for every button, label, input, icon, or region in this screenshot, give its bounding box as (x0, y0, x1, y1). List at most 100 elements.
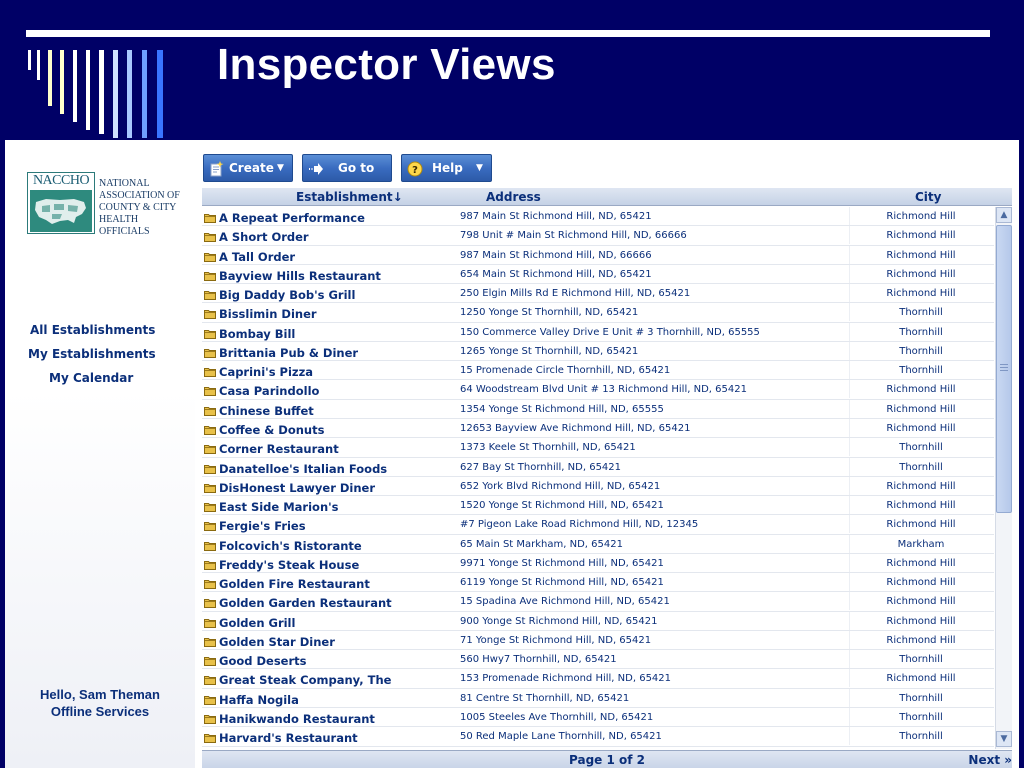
table-row[interactable]: A Repeat Performance 987 Main St Richmond… (202, 207, 994, 227)
table-row[interactable]: A Tall Order 987 Main St Richmond Hill, N… (202, 245, 994, 265)
establishment-cell[interactable]: Haffa Nogila (204, 689, 454, 707)
establishment-name[interactable]: Brittania Pub & Diner (219, 346, 358, 360)
nav-my-calendar[interactable]: My Calendar (5, 366, 195, 390)
establishment-name[interactable]: Great Steak Company, The (219, 673, 391, 687)
establishment-name[interactable]: Freddy's Steak House (219, 558, 359, 572)
table-row[interactable]: Harvard's Restaurant 50 Red Maple Lane Th… (202, 727, 994, 747)
connection-status[interactable]: Offline Services (5, 703, 195, 720)
table-row[interactable]: Casa Parindollo 64 Woodstream Blvd Unit #… (202, 380, 994, 400)
table-row[interactable]: Danatelloe's Italian Foods 627 Bay St Tho… (202, 457, 994, 477)
establishment-cell[interactable]: Great Steak Company, The (204, 669, 454, 687)
establishment-cell[interactable]: Danatelloe's Italian Foods (204, 458, 454, 476)
establishment-name[interactable]: Caprini's Pizza (219, 365, 313, 379)
table-row[interactable]: Fergie's Fries #7 Pigeon Lake Road Richmo… (202, 515, 994, 535)
establishment-cell[interactable]: Fergie's Fries (204, 515, 454, 533)
column-header-establishment[interactable]: Establishment↓ (296, 188, 403, 206)
establishment-cell[interactable]: A Short Order (204, 226, 454, 244)
establishment-name[interactable]: Bisslimin Diner (219, 307, 317, 321)
table-row[interactable]: Brittania Pub & Diner 1265 Yonge St Thorn… (202, 341, 994, 362)
table-row[interactable]: Golden Garden Restaurant 15 Spadina Ave R… (202, 592, 994, 612)
help-button[interactable]: ? Help ▼ (401, 154, 492, 182)
establishment-cell[interactable]: Casa Parindollo (204, 380, 454, 398)
table-row[interactable]: DisHonest Lawyer Diner 652 York Blvd Rich… (202, 476, 994, 497)
establishment-cell[interactable]: Big Daddy Bob's Grill (204, 284, 454, 302)
table-row[interactable]: Coffee & Donuts 12653 Bayview Ave Richmon… (202, 418, 994, 439)
table-row[interactable]: Caprini's Pizza 15 Promenade Circle Thorn… (202, 361, 994, 381)
table-row[interactable]: Golden Fire Restaurant 6119 Yonge St Rich… (202, 573, 994, 593)
establishment-cell[interactable]: Freddy's Steak House (204, 554, 454, 572)
establishment-cell[interactable]: Bisslimin Diner (204, 303, 454, 321)
scroll-up-icon[interactable]: ▲ (996, 207, 1012, 223)
establishment-name[interactable]: Coffee & Donuts (219, 423, 324, 437)
establishment-name[interactable]: Golden Fire Restaurant (219, 577, 370, 591)
establishment-name[interactable]: Chinese Buffet (219, 404, 314, 418)
nav-my-establishments[interactable]: My Establishments (5, 342, 195, 366)
establishment-cell[interactable]: Hanikwando Restaurant (204, 708, 454, 726)
create-button[interactable]: Create ▼ (203, 154, 293, 182)
establishment-cell[interactable]: Bombay Bill (204, 323, 454, 341)
table-row[interactable]: Folcovich's Ristorante 65 Main St Markham… (202, 534, 994, 554)
table-row[interactable]: Hanikwando Restaurant 1005 Steeles Ave Th… (202, 708, 994, 728)
establishment-cell[interactable]: Golden Fire Restaurant (204, 573, 454, 591)
establishment-cell[interactable]: Golden Grill (204, 612, 454, 630)
establishment-cell[interactable]: DisHonest Lawyer Diner (204, 477, 454, 495)
establishment-name[interactable]: Bombay Bill (219, 327, 295, 341)
establishment-cell[interactable]: Folcovich's Ristorante (204, 535, 454, 553)
establishment-cell[interactable]: Caprini's Pizza (204, 361, 454, 379)
establishment-cell[interactable]: A Repeat Performance (204, 207, 454, 225)
table-row[interactable]: Golden Star Diner 71 Yonge St Richmond Hi… (202, 630, 994, 651)
table-row[interactable]: Bayview Hills Restaurant 654 Main St Rich… (202, 264, 994, 285)
establishment-cell[interactable]: Corner Restaurant (204, 438, 454, 456)
table-row[interactable]: Great Steak Company, The 153 Promenade Ri… (202, 669, 994, 689)
table-row[interactable]: Corner Restaurant 1373 Keele St Thornhill… (202, 438, 994, 458)
nav-all-establishments[interactable]: All Establishments (5, 318, 195, 342)
establishment-name[interactable]: Harvard's Restaurant (219, 731, 358, 745)
establishment-cell[interactable]: East Side Marion's (204, 496, 454, 514)
establishment-cell[interactable]: Brittania Pub & Diner (204, 342, 454, 360)
table-row[interactable]: Bisslimin Diner 1250 Yonge St Thornhill, … (202, 303, 994, 323)
establishment-name[interactable]: Haffa Nogila (219, 693, 299, 707)
establishment-name[interactable]: Corner Restaurant (219, 442, 339, 456)
table-row[interactable]: Big Daddy Bob's Grill 250 Elgin Mills Rd … (202, 284, 994, 304)
establishment-name[interactable]: Golden Garden Restaurant (219, 596, 392, 610)
table-row[interactable]: Good Deserts 560 Hwy7 Thornhill, ND, 6542… (202, 650, 994, 670)
establishment-name[interactable]: Golden Star Diner (219, 635, 335, 649)
establishment-cell[interactable]: Golden Garden Restaurant (204, 592, 454, 610)
establishment-name[interactable]: Danatelloe's Italian Foods (219, 462, 387, 476)
establishment-cell[interactable]: A Tall Order (204, 246, 454, 264)
establishment-cell[interactable]: Harvard's Restaurant (204, 727, 454, 745)
establishment-name[interactable]: Hanikwando Restaurant (219, 712, 375, 726)
establishment-cell[interactable]: Bayview Hills Restaurant (204, 265, 454, 283)
table-row[interactable]: Freddy's Steak House 9971 Yonge St Richmo… (202, 553, 994, 574)
city-cell: Thornhill (899, 365, 943, 377)
next-page-link[interactable]: Next » (968, 751, 1012, 768)
establishment-name[interactable]: Folcovich's Ristorante (219, 539, 362, 553)
vertical-scrollbar[interactable]: ▲ ▼ (995, 207, 1012, 749)
establishment-name[interactable]: A Repeat Performance (219, 211, 365, 225)
establishment-name[interactable]: A Short Order (219, 230, 309, 244)
establishment-name[interactable]: Good Deserts (219, 654, 306, 668)
column-header-city[interactable]: City (915, 188, 941, 206)
table-row[interactable]: A Short Order 798 Unit # Main St Richmond… (202, 226, 994, 246)
establishment-name[interactable]: East Side Marion's (219, 500, 339, 514)
establishment-cell[interactable]: Golden Star Diner (204, 631, 454, 649)
scrollbar-thumb[interactable] (996, 225, 1012, 513)
table-row[interactable]: Golden Grill 900 Yonge St Richmond Hill, … (202, 611, 994, 631)
establishment-cell[interactable]: Coffee & Donuts (204, 419, 454, 437)
establishment-name[interactable]: A Tall Order (219, 250, 295, 264)
table-row[interactable]: Chinese Buffet 1354 Yonge St Richmond Hil… (202, 399, 994, 419)
establishment-name[interactable]: DisHonest Lawyer Diner (219, 481, 375, 495)
scroll-down-icon[interactable]: ▼ (996, 731, 1012, 747)
goto-button[interactable]: Go to (302, 154, 392, 182)
column-header-address[interactable]: Address (486, 188, 541, 206)
table-row[interactable]: Bombay Bill 150 Commerce Valley Drive E U… (202, 322, 994, 342)
establishment-name[interactable]: Bayview Hills Restaurant (219, 269, 381, 283)
establishment-name[interactable]: Fergie's Fries (219, 519, 306, 533)
establishment-name[interactable]: Big Daddy Bob's Grill (219, 288, 355, 302)
table-row[interactable]: Haffa Nogila 81 Centre St Thornhill, ND, … (202, 688, 994, 709)
table-row[interactable]: East Side Marion's 1520 Yonge St Richmond… (202, 496, 994, 516)
establishment-name[interactable]: Golden Grill (219, 616, 295, 630)
establishment-name[interactable]: Casa Parindollo (219, 384, 319, 398)
establishment-cell[interactable]: Good Deserts (204, 650, 454, 668)
establishment-cell[interactable]: Chinese Buffet (204, 400, 454, 418)
